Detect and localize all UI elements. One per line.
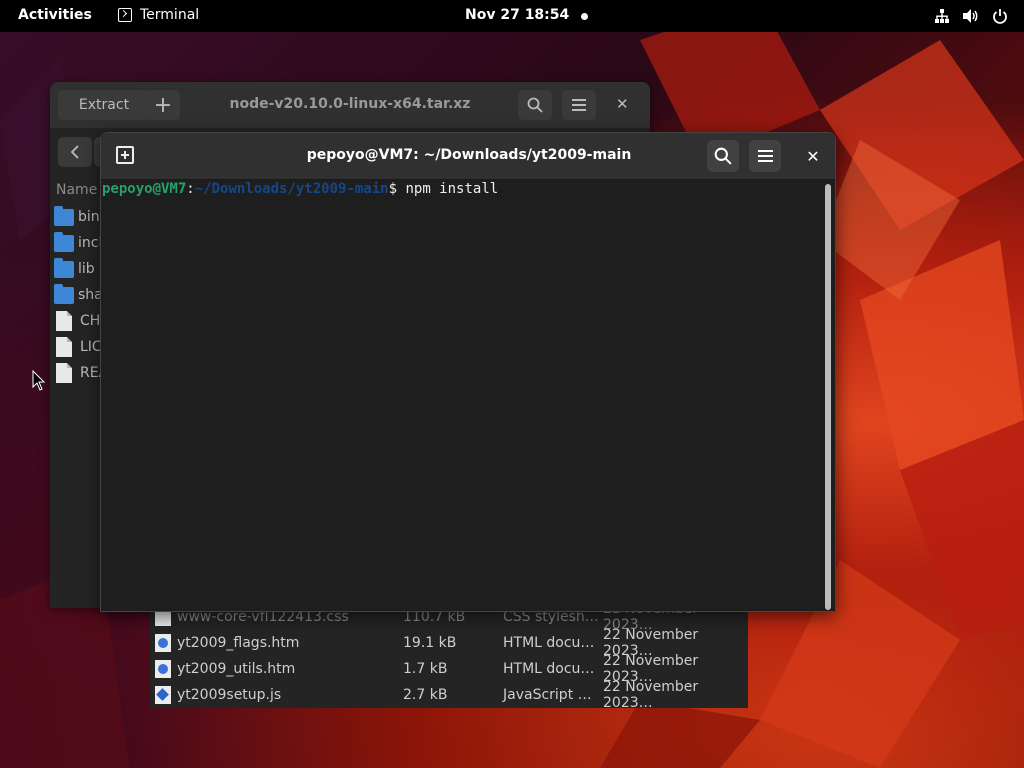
- text-file-icon: [56, 337, 72, 357]
- file-type: HTML docu…: [503, 635, 595, 651]
- terminal-menu-button[interactable]: [749, 140, 781, 172]
- prompt-user: pepoyo@VM7: [102, 181, 187, 197]
- top-bar: Activities Terminal Nov 27 18:54: [0, 0, 1024, 32]
- file-name: LIC: [80, 339, 102, 355]
- text-file-icon: [56, 363, 72, 383]
- app-menu[interactable]: Terminal: [118, 7, 199, 23]
- file-size: 2.7 kB: [403, 687, 448, 703]
- prompt-line: pepoyo@VM7:~/Downloads/yt2009-main$ npm …: [102, 181, 498, 197]
- archive-close-button[interactable]: ✕: [616, 95, 629, 113]
- activities-button[interactable]: Activities: [18, 7, 92, 23]
- file-name: incl: [78, 235, 103, 251]
- js-file-icon: [155, 686, 171, 704]
- app-menu-label: Terminal: [140, 7, 200, 23]
- clock[interactable]: Nov 27 18:54: [465, 7, 569, 23]
- back-button[interactable]: [58, 137, 92, 167]
- hamburger-menu-icon: [572, 99, 586, 111]
- file-name: yt2009setup.js: [177, 687, 282, 703]
- folder-icon: [54, 257, 74, 278]
- terminal-search-button[interactable]: [707, 140, 739, 172]
- terminal-header-bar: pepoyo@VM7: ~/Downloads/yt2009-main ✕: [101, 133, 835, 180]
- archive-header-bar: Extract + node-v20.10.0-linux-x64.tar.xz…: [50, 82, 650, 128]
- hamburger-menu-icon: [757, 150, 773, 162]
- terminal-window[interactable]: pepoyo@VM7: ~/Downloads/yt2009-main ✕ pe…: [100, 132, 836, 612]
- file-name: yt2009_flags.htm: [177, 635, 300, 651]
- html-file-icon: [155, 660, 171, 678]
- mouse-cursor-icon: [32, 370, 46, 391]
- text-file-icon: [56, 311, 72, 331]
- file-type: JavaScript …: [503, 687, 592, 703]
- prompt-path: ~/Downloads/yt2009-main: [194, 181, 389, 197]
- html-file-icon: [155, 634, 171, 652]
- terminal-close-button[interactable]: ✕: [801, 144, 825, 168]
- table-row[interactable]: yt2009setup.js 2.7 kB JavaScript … 22 No…: [150, 679, 748, 711]
- archive-search-button[interactable]: [518, 90, 552, 120]
- volume-icon: [963, 9, 978, 23]
- file-size: 19.1 kB: [403, 635, 457, 651]
- file-name: yt2009_utils.htm: [177, 661, 296, 677]
- prompt-separator: :: [186, 181, 195, 197]
- file-name: bin: [78, 209, 100, 225]
- folder-icon: [54, 283, 74, 304]
- prompt-dollar: $: [388, 181, 406, 197]
- folder-icon: [54, 231, 74, 252]
- notification-dot-icon: [581, 13, 588, 20]
- folder-icon: [54, 205, 74, 226]
- search-icon: [527, 97, 543, 113]
- system-tray[interactable]: [934, 8, 1008, 24]
- close-icon: ✕: [616, 95, 629, 113]
- file-name: CH: [80, 313, 101, 329]
- terminal-scrollbar[interactable]: [825, 184, 831, 610]
- file-size: 1.7 kB: [403, 661, 448, 677]
- file-date: 22 November 2023…: [603, 679, 699, 711]
- search-icon: [714, 147, 732, 165]
- chevron-left-icon: [70, 145, 79, 159]
- file-list-panel: www-core-vfl122413.css 110.7 kB CSS styl…: [150, 601, 748, 711]
- close-icon: ✕: [806, 146, 820, 166]
- file-type: HTML docu…: [503, 661, 595, 677]
- command-text: npm install: [405, 181, 499, 197]
- terminal-icon: [118, 8, 132, 22]
- terminal-output[interactable]: pepoyo@VM7:~/Downloads/yt2009-main$ npm …: [101, 180, 835, 611]
- archive-title: node-v20.10.0-linux-x64.tar.xz: [229, 96, 471, 112]
- power-icon: [993, 9, 1007, 24]
- file-name: lib: [78, 261, 95, 277]
- network-icon: [935, 9, 949, 23]
- archive-menu-button[interactable]: [562, 90, 596, 120]
